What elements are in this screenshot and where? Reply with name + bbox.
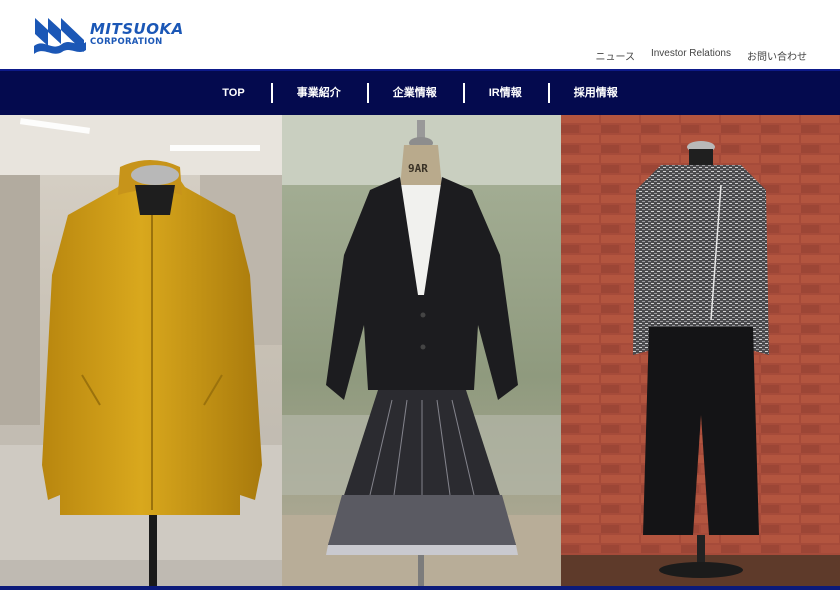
hero-image-tweed-jacket [561,115,840,590]
hero-image-jacket-skirt: 9AR [282,115,561,590]
logo-text: MITSUOKA CORPORATION [90,21,184,48]
nav-item-ir[interactable]: IR情報 [462,83,548,103]
company-logo[interactable]: MITSUOKA CORPORATION [34,12,184,56]
nav-item-top[interactable]: TOP [196,83,270,103]
nav-item-business[interactable]: 事業紹介 [270,83,367,103]
nav-item-company[interactable]: 企業情報 [366,83,463,103]
mitsuoka-logo-icon [34,18,86,54]
hero-bottom-strip [0,586,840,590]
site-header: MITSUOKA CORPORATION ニュース Investor Relat… [0,0,840,69]
utility-nav: ニュース Investor Relations お問い合わせ [595,48,807,63]
brand-subtitle: CORPORATION [90,36,163,47]
dress-form-tag: 9AR [408,162,428,175]
utility-link-contact[interactable]: お問い合わせ [747,48,807,63]
hero-image-yellow-coat [0,115,282,590]
brand-name: MITSUOKA [90,19,184,38]
utility-link-news[interactable]: ニュース [595,48,635,63]
nav-item-recruit[interactable]: 採用情報 [547,83,644,103]
main-nav: TOP 事業紹介 企業情報 IR情報 採用情報 [0,69,840,115]
hero-gallery: 9AR [0,115,840,590]
utility-link-investor-relations[interactable]: Investor Relations [651,48,731,63]
